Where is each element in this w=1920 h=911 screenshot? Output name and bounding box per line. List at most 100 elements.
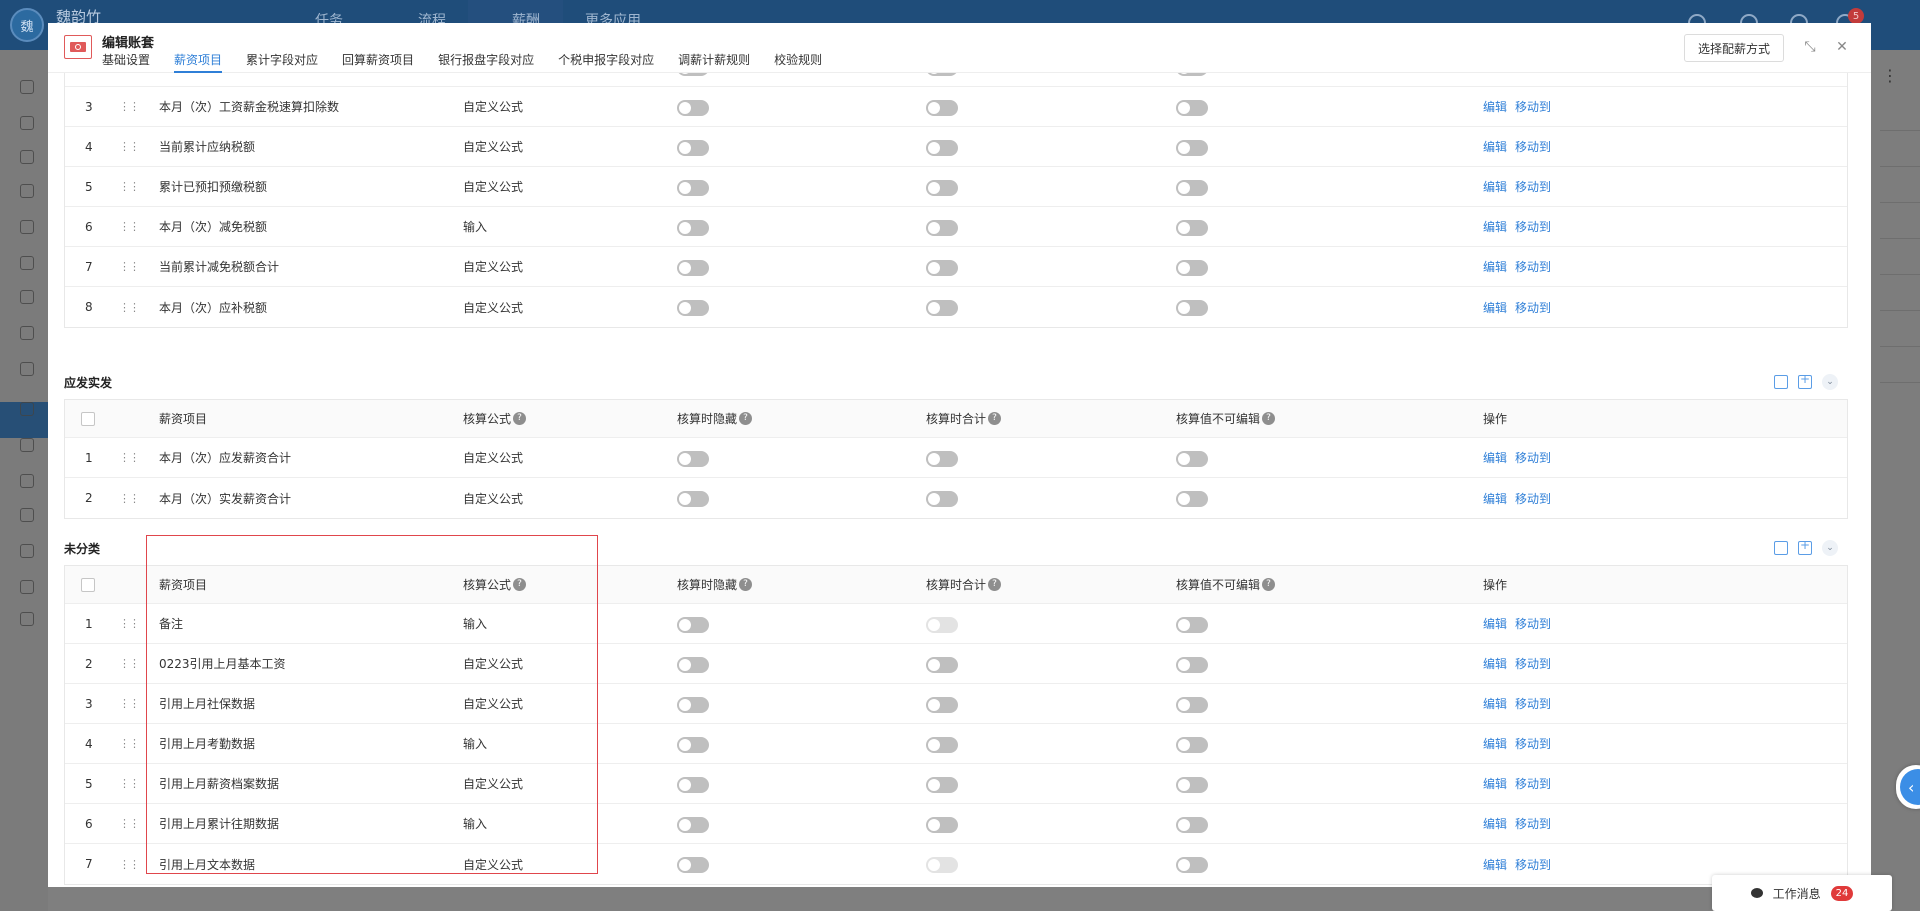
hide-toggle[interactable] xyxy=(677,287,709,327)
sum-toggle[interactable] xyxy=(926,478,958,518)
noedit-toggle[interactable] xyxy=(1176,207,1208,246)
edit-link[interactable]: 编辑 xyxy=(1483,695,1507,712)
hide-toggle[interactable] xyxy=(677,724,709,763)
hide-toggle[interactable] xyxy=(677,167,709,206)
move-link[interactable]: 移动到 xyxy=(1515,695,1551,712)
move-link[interactable]: 移动到 xyxy=(1515,178,1551,195)
sidebar-icon-4[interactable] xyxy=(20,184,34,198)
hide-toggle[interactable] xyxy=(677,604,709,643)
edit-link[interactable]: 编辑 xyxy=(1483,815,1507,832)
sidebar-icon-1[interactable] xyxy=(20,80,34,94)
sidebar-icon-16[interactable] xyxy=(20,612,34,626)
sidebar-icon-14[interactable] xyxy=(20,544,34,558)
help-icon[interactable]: ? xyxy=(739,578,753,591)
hide-toggle[interactable] xyxy=(677,73,709,86)
tab-validation-rules[interactable]: 校验规则 xyxy=(774,53,822,73)
hide-toggle[interactable] xyxy=(677,87,709,126)
sum-toggle[interactable] xyxy=(926,684,958,723)
drag-handle-icon[interactable]: ⋮⋮ xyxy=(119,167,140,206)
tab-tax-fields[interactable]: 个税申报字段对应 xyxy=(558,53,654,73)
select-all-checkbox[interactable] xyxy=(81,400,95,437)
edit-link[interactable]: 编辑 xyxy=(1483,856,1507,873)
edit-link[interactable]: 编辑 xyxy=(1483,735,1507,752)
drag-handle-icon[interactable]: ⋮⋮ xyxy=(119,478,140,518)
help-icon[interactable]: ? xyxy=(988,412,1002,425)
move-link[interactable]: 移动到 xyxy=(1515,775,1551,792)
noedit-toggle[interactable] xyxy=(1176,87,1208,126)
drag-handle-icon[interactable]: ⋮⋮ xyxy=(119,87,140,126)
close-icon[interactable]: ✕ xyxy=(1834,39,1850,55)
tab-adjust-rules[interactable]: 调薪计薪规则 xyxy=(678,53,750,73)
move-link[interactable]: 移动到 xyxy=(1515,735,1551,752)
hide-toggle[interactable] xyxy=(677,438,709,477)
sum-toggle[interactable] xyxy=(926,764,958,803)
move-link[interactable]: 移动到 xyxy=(1515,98,1551,115)
sidebar-icon-2[interactable] xyxy=(20,116,34,130)
select-pay-method-button[interactable]: 选择配薪方式 xyxy=(1684,34,1784,62)
sidebar-icon-5[interactable] xyxy=(20,220,34,234)
move-link[interactable]: 移动到 xyxy=(1515,218,1551,235)
sum-toggle[interactable] xyxy=(926,87,958,126)
hide-toggle[interactable] xyxy=(677,127,709,166)
hide-toggle[interactable] xyxy=(677,207,709,246)
add-icon[interactable] xyxy=(1798,372,1812,389)
edit-link[interactable]: 编辑 xyxy=(1483,449,1507,466)
copy-icon[interactable] xyxy=(1774,541,1788,555)
edit-link[interactable]: 编辑 xyxy=(1483,490,1507,507)
drag-handle-icon[interactable]: ⋮⋮ xyxy=(119,604,140,643)
sidebar-icon-7[interactable] xyxy=(20,290,34,304)
sum-toggle[interactable] xyxy=(926,438,958,477)
select-all-checkbox[interactable] xyxy=(81,566,95,603)
tab-basic-settings[interactable]: 基础设置 xyxy=(102,53,150,73)
hide-toggle[interactable] xyxy=(677,644,709,683)
work-messages-button[interactable]: 工作消息 24 xyxy=(1712,875,1892,911)
move-link[interactable]: 移动到 xyxy=(1515,299,1551,316)
hide-toggle[interactable] xyxy=(677,478,709,518)
help-icon[interactable]: ? xyxy=(1262,578,1276,591)
hide-toggle[interactable] xyxy=(677,247,709,286)
move-link[interactable]: 移动到 xyxy=(1515,490,1551,507)
drag-handle-icon[interactable]: ⋮⋮ xyxy=(119,644,140,683)
noedit-toggle[interactable] xyxy=(1176,287,1208,327)
drag-handle-icon[interactable]: ⋮⋮ xyxy=(119,724,140,763)
edit-link[interactable]: 编辑 xyxy=(1483,775,1507,792)
drag-handle-icon[interactable]: ⋮⋮ xyxy=(119,207,140,246)
noedit-toggle[interactable] xyxy=(1176,764,1208,803)
sidebar-icon-6[interactable] xyxy=(20,256,34,270)
drag-handle-icon[interactable]: ⋮⋮ xyxy=(119,438,140,477)
chevron-down-icon[interactable]: ⌄ xyxy=(1822,374,1838,390)
noedit-toggle[interactable] xyxy=(1176,804,1208,843)
sum-toggle[interactable] xyxy=(926,127,958,166)
move-link[interactable]: 移动到 xyxy=(1515,815,1551,832)
noedit-toggle[interactable] xyxy=(1176,604,1208,643)
edit-link[interactable]: 编辑 xyxy=(1483,98,1507,115)
move-link[interactable]: 移动到 xyxy=(1515,615,1551,632)
avatar[interactable]: 魏 xyxy=(10,8,44,42)
noedit-toggle[interactable] xyxy=(1176,724,1208,763)
help-icon[interactable]: ? xyxy=(739,412,753,425)
drag-handle-icon[interactable]: ⋮⋮ xyxy=(119,287,140,327)
hide-toggle[interactable] xyxy=(677,844,709,884)
noedit-toggle[interactable] xyxy=(1176,167,1208,206)
sum-toggle[interactable] xyxy=(926,287,958,327)
sum-toggle[interactable] xyxy=(926,207,958,246)
sidebar-icon-15[interactable] xyxy=(20,580,34,594)
copy-icon[interactable] xyxy=(1774,375,1788,389)
move-link[interactable]: 移动到 xyxy=(1515,258,1551,275)
drag-handle-icon[interactable]: ⋮⋮ xyxy=(119,127,140,166)
sum-toggle[interactable] xyxy=(926,73,958,86)
sum-toggle[interactable] xyxy=(926,804,958,843)
edit-link[interactable]: 编辑 xyxy=(1483,258,1507,275)
move-link[interactable]: 移动到 xyxy=(1515,449,1551,466)
chevron-down-icon[interactable]: ⌄ xyxy=(1822,540,1838,556)
noedit-toggle[interactable] xyxy=(1176,478,1208,518)
help-icon[interactable]: ? xyxy=(988,578,1002,591)
add-icon[interactable] xyxy=(1798,538,1812,555)
edit-link[interactable]: 编辑 xyxy=(1483,178,1507,195)
move-link[interactable]: 移动到 xyxy=(1515,138,1551,155)
help-icon[interactable]: ? xyxy=(513,578,527,591)
edit-link[interactable]: 编辑 xyxy=(1483,299,1507,316)
move-link[interactable]: 移动到 xyxy=(1515,856,1551,873)
sum-toggle[interactable] xyxy=(926,167,958,206)
noedit-toggle[interactable] xyxy=(1176,247,1208,286)
